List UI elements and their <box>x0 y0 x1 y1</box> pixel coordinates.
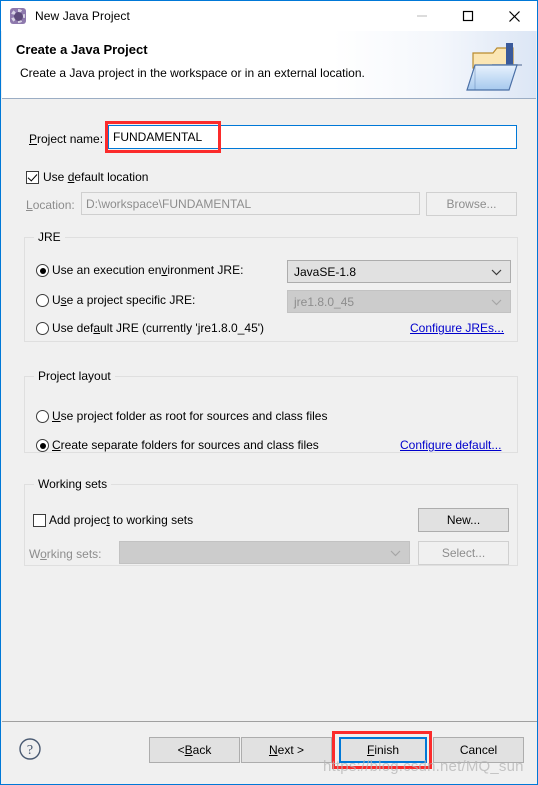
use-default-location-checkbox[interactable] <box>26 171 39 184</box>
radio-project-folder-root[interactable] <box>36 410 49 423</box>
execution-environment-combo[interactable]: JavaSE-1.8 <box>287 260 511 283</box>
chevron-down-icon <box>390 546 401 560</box>
working-sets-label: Working sets: <box>29 547 102 561</box>
new-java-project-dialog: New Java Project Create a Java Project C… <box>0 0 538 785</box>
project-specific-jre-combo: jre1.8.0_45 <box>287 290 511 313</box>
new-working-set-button[interactable]: New... <box>418 508 509 532</box>
page-title: Create a Java Project <box>16 42 148 57</box>
next-button[interactable]: Next > <box>241 737 332 763</box>
add-project-to-working-sets-checkbox[interactable] <box>33 514 46 527</box>
chevron-down-icon <box>491 295 502 309</box>
radio-separate-folders-label: Create separate folders for sources and … <box>52 438 319 452</box>
configure-jres-link[interactable]: Configure JREs... <box>410 321 504 335</box>
radio-project-folder-root-label: Use project folder as root for sources a… <box>52 409 328 423</box>
radio-separate-folders[interactable] <box>36 439 49 452</box>
radio-project-specific-jre[interactable] <box>36 294 49 307</box>
radio-default-jre-label: Use default JRE (currently 'jre1.8.0_45'… <box>52 321 265 335</box>
dialog-header: Create a Java Project Create a Java proj… <box>2 31 536 99</box>
jre-group-title: JRE <box>34 230 65 244</box>
java-project-gear-icon <box>10 8 26 24</box>
page-subtitle: Create a Java project in the workspace o… <box>20 66 365 80</box>
help-icon[interactable]: ? <box>18 737 42 766</box>
browse-button: Browse... <box>426 192 517 216</box>
execution-environment-value: JavaSE-1.8 <box>294 264 357 279</box>
svg-text:?: ? <box>27 743 33 758</box>
window-title: New Java Project <box>35 9 130 23</box>
configure-default-link[interactable]: Configure default... <box>400 438 501 452</box>
working-sets-group-title: Working sets <box>34 477 112 491</box>
add-project-to-working-sets-label: Add project to working sets <box>49 513 194 527</box>
chevron-down-icon <box>491 265 502 279</box>
project-specific-jre-value: jre1.8.0_45 <box>294 294 355 309</box>
radio-execution-environment-jre-label: Use an execution environment JRE: <box>52 263 244 277</box>
close-button[interactable] <box>491 1 537 31</box>
project-name-input[interactable]: FUNDAMENTAL <box>108 125 517 149</box>
maximize-button[interactable] <box>445 1 491 31</box>
location-input: D:\workspace\FUNDAMENTAL <box>81 192 420 215</box>
window-controls <box>399 1 537 31</box>
project-name-label: Project name: <box>29 132 104 146</box>
radio-project-specific-jre-label: Use a project specific JRE: <box>52 293 196 307</box>
use-default-location-label: Use default location <box>43 170 149 184</box>
project-layout-group-title: Project layout <box>34 369 115 383</box>
working-sets-combo <box>119 541 410 564</box>
radio-execution-environment-jre[interactable] <box>36 264 49 277</box>
java-folder-icon <box>465 35 527 95</box>
select-working-set-button: Select... <box>418 541 509 565</box>
watermark-text: https://blog.csdn.net/MQ_sun <box>323 758 524 775</box>
title-bar: New Java Project <box>1 1 537 31</box>
radio-default-jre[interactable] <box>36 322 49 335</box>
minimize-button[interactable] <box>399 1 445 31</box>
dialog-body: Project name: FUNDAMENTAL Use default lo… <box>2 100 536 721</box>
location-label: Location: <box>26 198 75 212</box>
back-button[interactable]: < Back <box>149 737 240 763</box>
